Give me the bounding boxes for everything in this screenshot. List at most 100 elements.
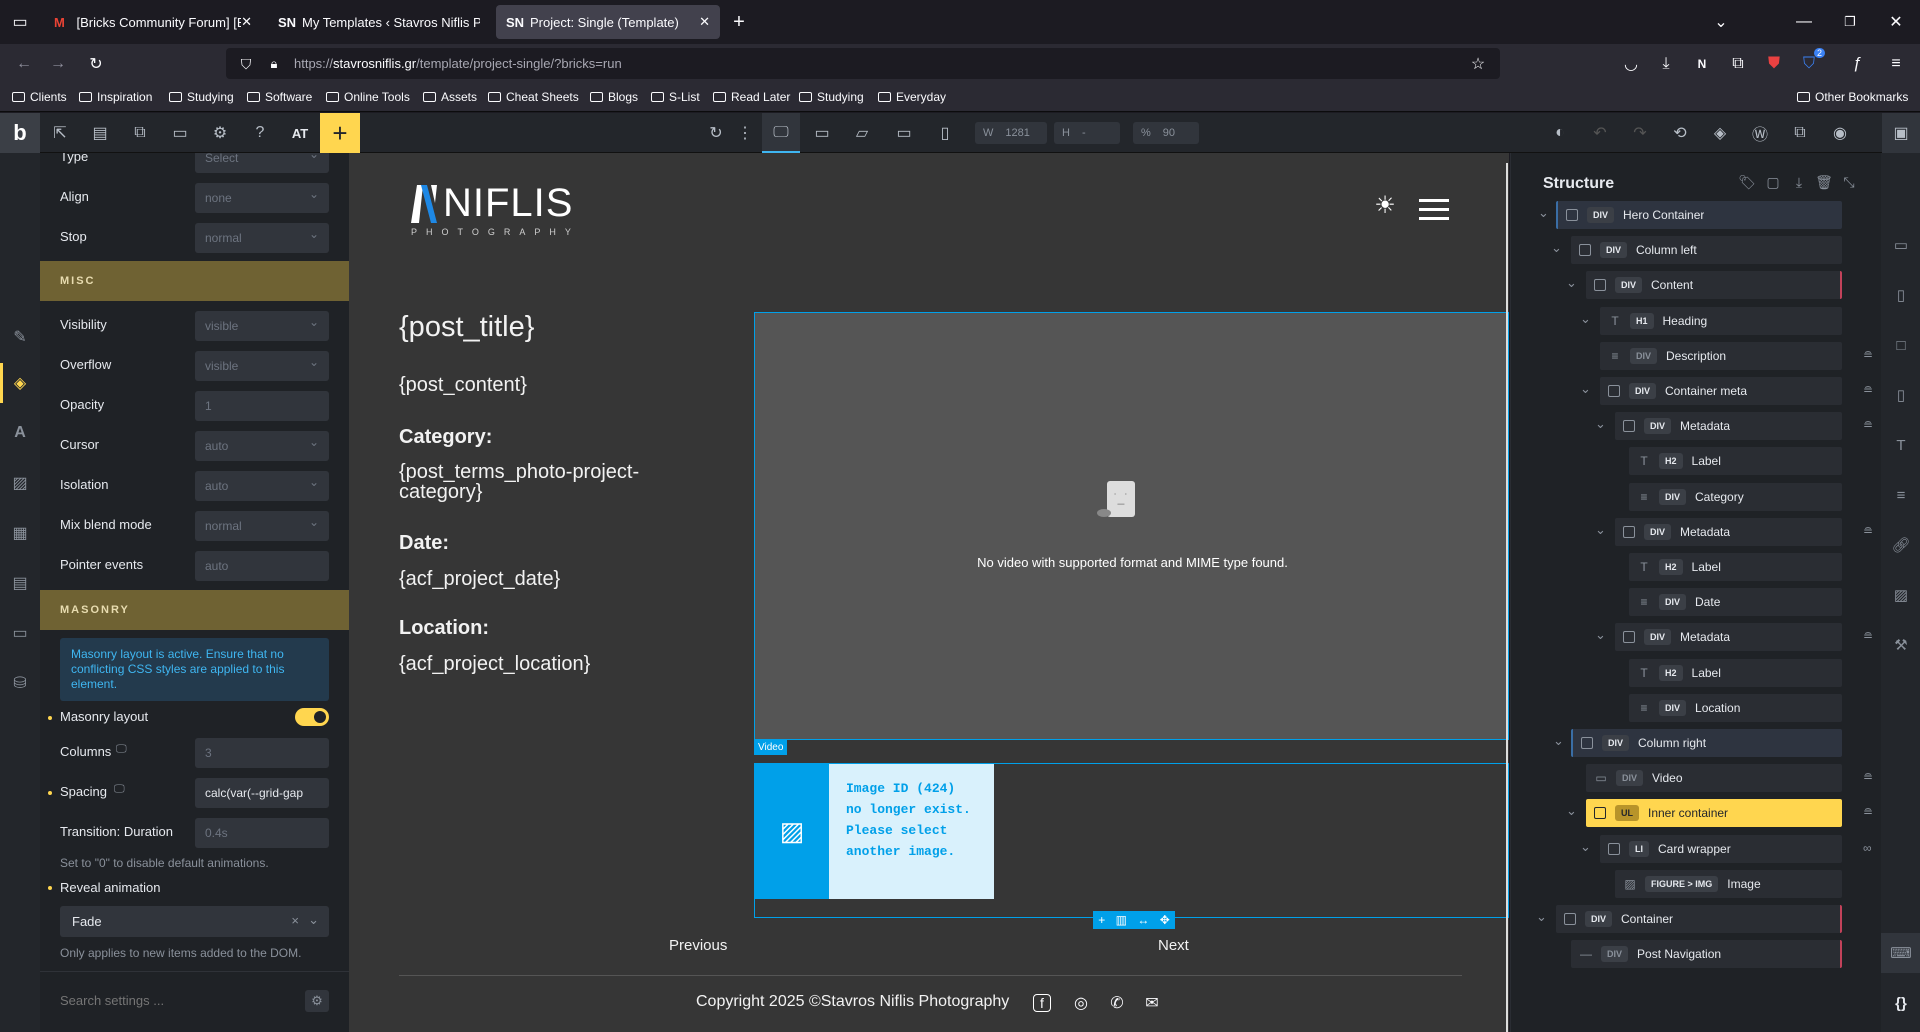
clear-icon[interactable]: × (291, 913, 299, 928)
layers-icon[interactable]: ◈ (1708, 121, 1732, 145)
masonry-layout-toggle[interactable] (295, 708, 329, 726)
columns-input[interactable]: 3 (195, 738, 329, 768)
panel-layout-icon[interactable]: ▭ (1889, 233, 1913, 257)
element-handle-toolbar[interactable]: + ▥ ↔ ✥ (1093, 911, 1175, 929)
canvas-resize-handle[interactable] (1506, 163, 1508, 1032)
tablet-landscape-icon[interactable]: ▱ (850, 121, 874, 145)
structure-item[interactable]: ⌄ DIV Hero Container (1538, 201, 1842, 229)
instagram-icon[interactable]: ◎ (1069, 991, 1093, 1015)
stop-select[interactable]: normal (195, 223, 329, 253)
mobile-icon[interactable]: ▯ (933, 121, 957, 145)
move-icon[interactable]: ✥ (1160, 913, 1170, 927)
structure-item[interactable]: ≡ DIV Date (1629, 588, 1842, 617)
close-window-icon[interactable]: ✕ (1884, 10, 1908, 34)
query-loop-icon[interactable]: ≘ (1863, 524, 1873, 538)
text-icon[interactable]: T (1889, 433, 1913, 457)
close-icon[interactable]: ✕ (241, 14, 252, 30)
extensions-icon[interactable]: ⧉ (1726, 52, 1750, 76)
minimize-icon[interactable]: — (1792, 10, 1816, 34)
chevron-down-icon[interactable]: ⌄ (1595, 416, 1606, 432)
structure-item[interactable]: ⌄ UL Inner container (1566, 799, 1842, 828)
pencil-icon[interactable]: ✎ (8, 325, 32, 349)
bookmark-folder[interactable]: Studying (169, 90, 234, 104)
gear-icon[interactable]: ⚙ (305, 990, 329, 1012)
masonry-section-header[interactable]: MASONRY (40, 590, 349, 630)
structure-item[interactable]: ≡ DIV Description (1600, 341, 1842, 370)
pointer-events-input[interactable]: auto (195, 551, 329, 581)
refresh-icon[interactable]: ↻ (704, 121, 728, 145)
pocket-icon[interactable]: ◡ (1619, 52, 1643, 76)
trash-icon[interactable]: 🗑︎ (1812, 170, 1836, 194)
div-icon[interactable]: ▯ (1889, 383, 1913, 407)
grid-icon[interactable]: ▦ (8, 521, 32, 545)
settings-icon[interactable]: ⚙ (208, 121, 232, 145)
bookmark-folder[interactable]: Blogs (590, 90, 638, 104)
block-icon[interactable]: □ (1889, 333, 1913, 357)
link-icon[interactable]: 🔗︎ (1889, 533, 1913, 557)
sidebar-layers-active[interactable]: ◈ (0, 363, 40, 403)
chevron-down-icon[interactable]: ⌄ (1536, 909, 1547, 925)
chevron-down-icon[interactable]: ⌄ (1553, 733, 1564, 749)
bookmark-folder[interactable]: S-List (651, 90, 700, 104)
browser-tab-active[interactable]: SN Project: Single (Template) ✕ (496, 5, 720, 39)
new-tab-icon[interactable]: + (727, 10, 751, 34)
structure-item[interactable]: T H2 Label (1629, 553, 1842, 581)
reveal-animation-select[interactable]: Fade × ⌄ (60, 906, 329, 937)
structure-item[interactable]: ▨ FIGURE > IMG Image (1615, 869, 1842, 898)
chevron-down-icon[interactable]: ⌄ (1566, 803, 1577, 819)
location-label[interactable]: Location: (399, 617, 489, 640)
tag-icon[interactable]: 🏷︎ (1735, 170, 1759, 194)
phone-icon[interactable]: ✆ (1105, 991, 1129, 1015)
bookmark-folder[interactable]: Inspiration (79, 90, 152, 104)
structure-item[interactable]: ⌄ DIV Metadata (1595, 412, 1842, 441)
address-bar[interactable]: ⛉ 🔒︎ https://stavrosniflis.gr/template/p… (226, 48, 1500, 79)
chevron-down-icon[interactable]: ⌄ (1595, 522, 1606, 538)
post-title-heading[interactable]: {post_title} (399, 311, 534, 344)
structure-item[interactable]: ⌄ DIV Content (1566, 271, 1842, 300)
hamburger-menu-icon[interactable] (1419, 199, 1449, 220)
query-loop-icon[interactable]: ≘ (1863, 629, 1873, 643)
overflow-select[interactable]: visible (195, 351, 329, 381)
structure-item[interactable]: ≡ DIV Location (1629, 693, 1842, 722)
advanced-themer-button[interactable]: AT (288, 121, 312, 145)
extension-n-icon[interactable]: N (1690, 52, 1714, 76)
columns-icon[interactable]: ▥ (1116, 913, 1127, 927)
height-field[interactable]: H- (1054, 122, 1120, 144)
structure-item[interactable]: — DIV Post Navigation (1571, 940, 1842, 969)
chevron-down-icon[interactable]: ⌄ (1538, 205, 1549, 221)
structure-item[interactable]: T H2 Label (1629, 447, 1842, 476)
font-extension-icon[interactable]: ƒ (1845, 52, 1869, 76)
structure-item[interactable]: ⌄ DIV Container (1536, 905, 1842, 933)
id-card-icon[interactable]: ▭ (8, 621, 32, 645)
tab-list-icon[interactable]: ▭ (8, 10, 32, 34)
chevron-down-icon[interactable]: ⌄ (1709, 10, 1733, 34)
search-settings-input[interactable] (60, 985, 280, 1015)
code-icon[interactable]: {} (1889, 991, 1913, 1015)
visibility-select[interactable]: visible (195, 311, 329, 341)
opacity-input[interactable]: 1 (195, 391, 329, 421)
sun-icon[interactable]: ☀ (1373, 192, 1397, 219)
wordpress-icon[interactable]: Ⓦ (1748, 121, 1772, 145)
reload-icon[interactable]: ↻ (84, 52, 108, 76)
save-button[interactable]: ▣ (1882, 113, 1920, 153)
close-icon[interactable]: ✕ (699, 14, 710, 30)
structure-item[interactable]: ⌄ DIV Metadata (1595, 517, 1842, 546)
external-link-icon[interactable]: ⧉ (1788, 121, 1812, 145)
structure-item[interactable]: ⌄ DIV Column left (1551, 236, 1842, 265)
chevron-down-icon[interactable]: ⌄ (1580, 839, 1591, 855)
align-select[interactable]: none (195, 183, 329, 213)
bookmark-folder[interactable]: Assets (423, 90, 477, 104)
resize-horizontal-icon[interactable]: ↔ (1137, 913, 1149, 927)
spacing-input[interactable]: calc(var(--grid-gap (195, 778, 329, 808)
category-value[interactable]: {post_terms_photo-project-category} (399, 462, 679, 502)
back-icon[interactable]: ← (12, 52, 36, 76)
structure-item[interactable]: ≡ DIV Category (1629, 482, 1842, 511)
query-loop-icon[interactable]: ≘ (1863, 383, 1873, 397)
browser-tab[interactable]: SN My Templates ‹ Stavros Niflis Ph (268, 5, 490, 39)
video-element[interactable]: ˙_˙ No video with supported format and M… (754, 312, 1509, 740)
download-icon[interactable]: ⤓ (1787, 170, 1811, 194)
template-icon[interactable]: ▤ (88, 121, 112, 145)
tools-icon[interactable]: ⚒ (1889, 633, 1913, 657)
bookmark-folder[interactable]: Read Later (713, 90, 790, 104)
help-icon[interactable]: ? (248, 121, 272, 145)
